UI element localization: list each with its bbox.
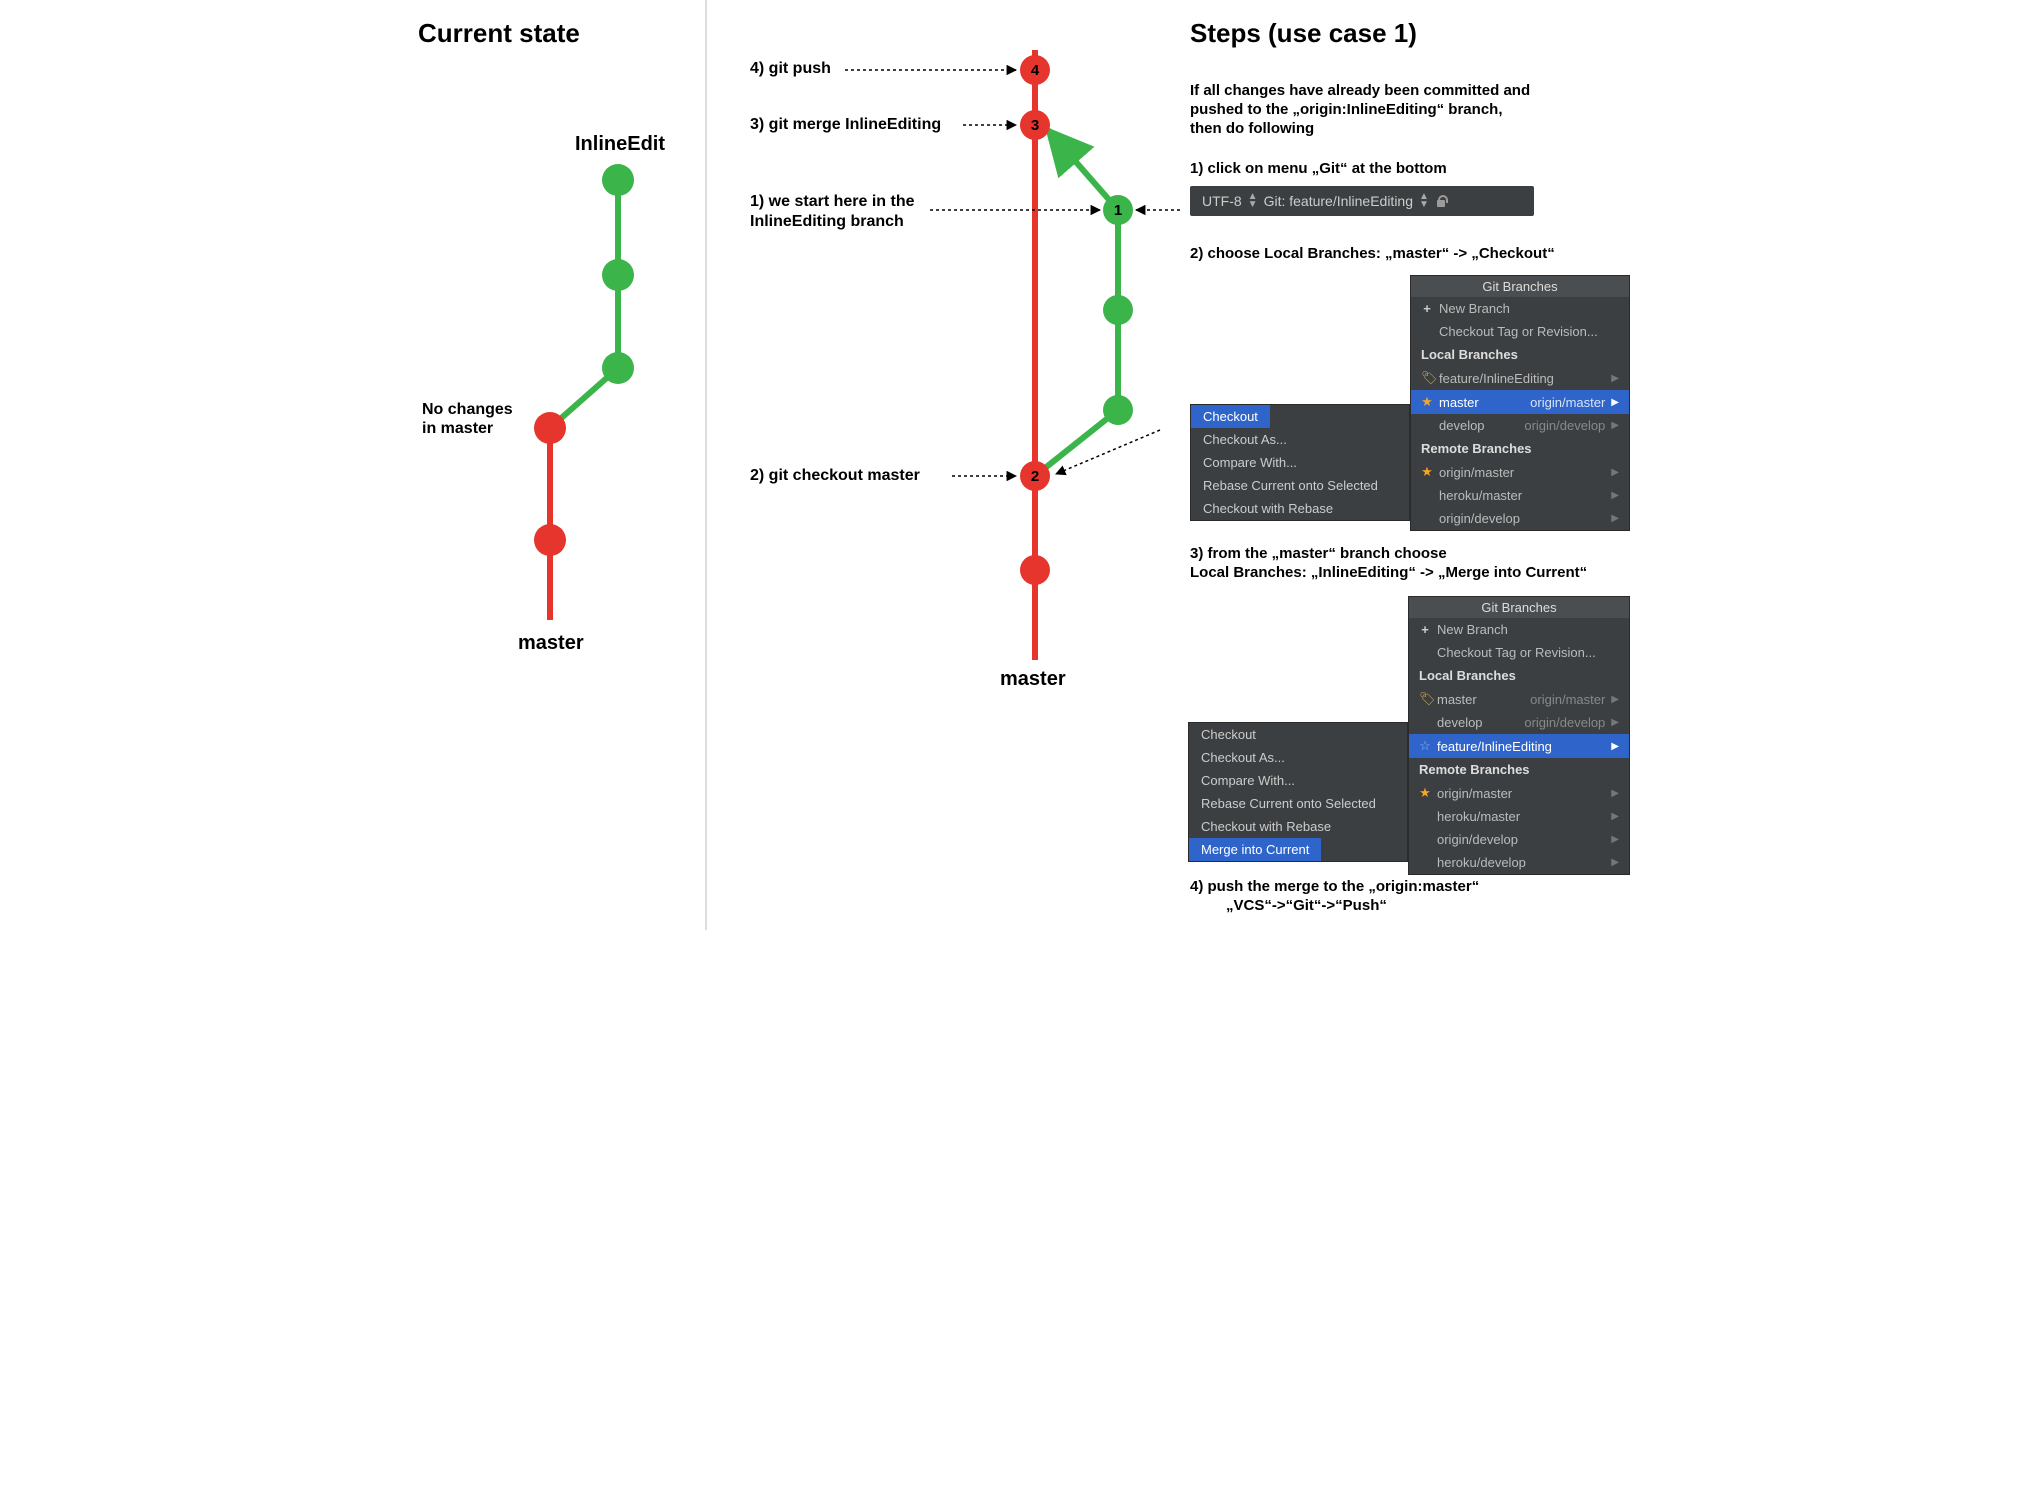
right-step3: 3) from the „master“ branch chooseLocal …	[1190, 545, 1587, 583]
chevron-right-icon: ▶	[1611, 741, 1619, 752]
left-git-graph	[400, 80, 700, 640]
chevron-right-icon: ▶	[1611, 834, 1619, 845]
new-branch-item[interactable]: +New Branch	[1409, 618, 1629, 641]
star-outline-icon: ☆	[1419, 738, 1431, 754]
new-branch-item[interactable]: +New Branch	[1411, 297, 1629, 320]
git-branches-panel-b[interactable]: Git Branches +New Branch Checkout Tag or…	[1408, 596, 1630, 875]
chevron-right-icon: ▶	[1611, 373, 1619, 384]
remote-branches-header: Remote Branches	[1411, 437, 1629, 460]
svg-text:1: 1	[1114, 202, 1122, 219]
checkout-tag-item[interactable]: Checkout Tag or Revision...	[1411, 320, 1629, 343]
mid-master-label: master	[1000, 668, 1066, 691]
chevron-right-icon: ▶	[1611, 811, 1619, 822]
local-branches-header: Local Branches	[1411, 343, 1629, 366]
context-menu-item[interactable]: Checkout with Rebase	[1189, 815, 1407, 838]
context-menu-b[interactable]: CheckoutCheckout As...Compare With...Reb…	[1188, 722, 1408, 862]
remote-branch-item[interactable]: origin/develop ▶	[1411, 507, 1629, 530]
context-menu-item[interactable]: Compare With...	[1191, 451, 1409, 474]
right-step4: 4) push the merge to the „origin:master“…	[1190, 878, 1479, 916]
local-branch-item[interactable]: 🏷master origin/master▶	[1409, 687, 1629, 711]
page: Current state InlineEdit master No chang…	[390, 0, 1650, 930]
svg-text:2: 2	[1031, 468, 1039, 485]
remote-branch-item[interactable]: ★origin/master ▶	[1409, 781, 1629, 805]
chevron-right-icon: ▶	[1611, 513, 1619, 524]
context-menu-item[interactable]: Checkout As...	[1191, 428, 1409, 451]
remote-branch-item[interactable]: origin/develop ▶	[1409, 828, 1629, 851]
local-branch-item[interactable]: develop origin/develop▶	[1411, 414, 1629, 437]
remote-branches-header: Remote Branches	[1409, 758, 1629, 781]
context-menu-item[interactable]: Merge into Current	[1189, 838, 1321, 861]
right-title: Steps (use case 1)	[1190, 18, 1417, 49]
local-branch-item[interactable]: 🏷feature/InlineEditing ▶	[1411, 366, 1629, 390]
mid-step2-label: 2) git checkout master	[750, 467, 920, 485]
updown-icon: ▲▼	[1248, 193, 1258, 209]
context-menu-item[interactable]: Checkout As...	[1189, 746, 1407, 769]
mid-step1-label: 1) we start here in theInlineEditing bra…	[750, 192, 915, 232]
remote-branch-item[interactable]: heroku/master ▶	[1411, 484, 1629, 507]
context-menu-a[interactable]: CheckoutCheckout As...Compare With...Reb…	[1190, 404, 1410, 521]
updown-icon: ▲▼	[1419, 193, 1429, 209]
plus-icon: +	[1419, 622, 1431, 637]
left-title: Current state	[418, 18, 580, 49]
chevron-right-icon: ▶	[1611, 857, 1619, 868]
left-note: No changesin master	[422, 400, 513, 438]
local-branch-item[interactable]: ★master origin/master▶	[1411, 390, 1629, 414]
right-intro: If all changes have already been committ…	[1190, 82, 1530, 138]
local-branch-item[interactable]: ☆feature/InlineEditing ▶	[1409, 734, 1629, 758]
remote-branch-item[interactable]: heroku/master ▶	[1409, 805, 1629, 828]
checkout-tag-item[interactable]: Checkout Tag or Revision...	[1409, 641, 1629, 664]
star-icon: ★	[1421, 464, 1433, 480]
tag-icon: 🏷	[1421, 370, 1433, 386]
lock-icon	[1435, 194, 1447, 208]
chevron-right-icon: ▶	[1611, 397, 1619, 408]
encoding-selector[interactable]: UTF-8 ▲▼	[1202, 193, 1258, 209]
context-menu-item[interactable]: Rebase Current onto Selected	[1189, 792, 1407, 815]
chevron-right-icon: ▶	[1611, 420, 1619, 431]
context-menu-item[interactable]: Compare With...	[1189, 769, 1407, 792]
local-branches-header: Local Branches	[1409, 664, 1629, 687]
plus-icon: +	[1421, 301, 1433, 316]
chevron-right-icon: ▶	[1611, 694, 1619, 705]
remote-branch-item[interactable]: heroku/develop ▶	[1409, 851, 1629, 874]
chevron-right-icon: ▶	[1611, 467, 1619, 478]
mid-step4-label: 4) git push	[750, 60, 831, 78]
left-feature-label: InlineEdit	[575, 133, 665, 156]
right-step1: 1) click on menu „Git“ at the bottom	[1190, 160, 1447, 179]
ide-statusbar[interactable]: UTF-8 ▲▼ Git: feature/InlineEditing ▲▼	[1190, 186, 1534, 216]
svg-text:4: 4	[1031, 62, 1040, 79]
context-menu-item[interactable]: Checkout with Rebase	[1191, 497, 1409, 520]
context-menu-item[interactable]: Checkout	[1189, 723, 1407, 746]
star-icon: ★	[1419, 785, 1431, 801]
star-icon: ★	[1421, 394, 1433, 410]
panel-title: Git Branches	[1411, 276, 1629, 297]
remote-branch-item[interactable]: ★origin/master ▶	[1411, 460, 1629, 484]
mid-step3-label: 3) git merge InlineEditing	[750, 116, 941, 134]
tag-icon: 🏷	[1419, 691, 1431, 707]
chevron-right-icon: ▶	[1611, 788, 1619, 799]
column-divider	[705, 0, 707, 930]
panel-title: Git Branches	[1409, 597, 1629, 618]
git-branches-panel-a[interactable]: Git Branches +New Branch Checkout Tag or…	[1410, 275, 1630, 531]
local-branch-item[interactable]: develop origin/develop▶	[1409, 711, 1629, 734]
right-step2: 2) choose Local Branches: „master“ -> „C…	[1190, 245, 1555, 264]
chevron-right-icon: ▶	[1611, 490, 1619, 501]
left-master-label: master	[518, 632, 584, 655]
context-menu-item[interactable]: Checkout	[1191, 405, 1270, 428]
git-branch-selector[interactable]: Git: feature/InlineEditing ▲▼	[1264, 193, 1429, 209]
context-menu-item[interactable]: Rebase Current onto Selected	[1191, 474, 1409, 497]
chevron-right-icon: ▶	[1611, 717, 1619, 728]
svg-text:3: 3	[1031, 117, 1039, 134]
